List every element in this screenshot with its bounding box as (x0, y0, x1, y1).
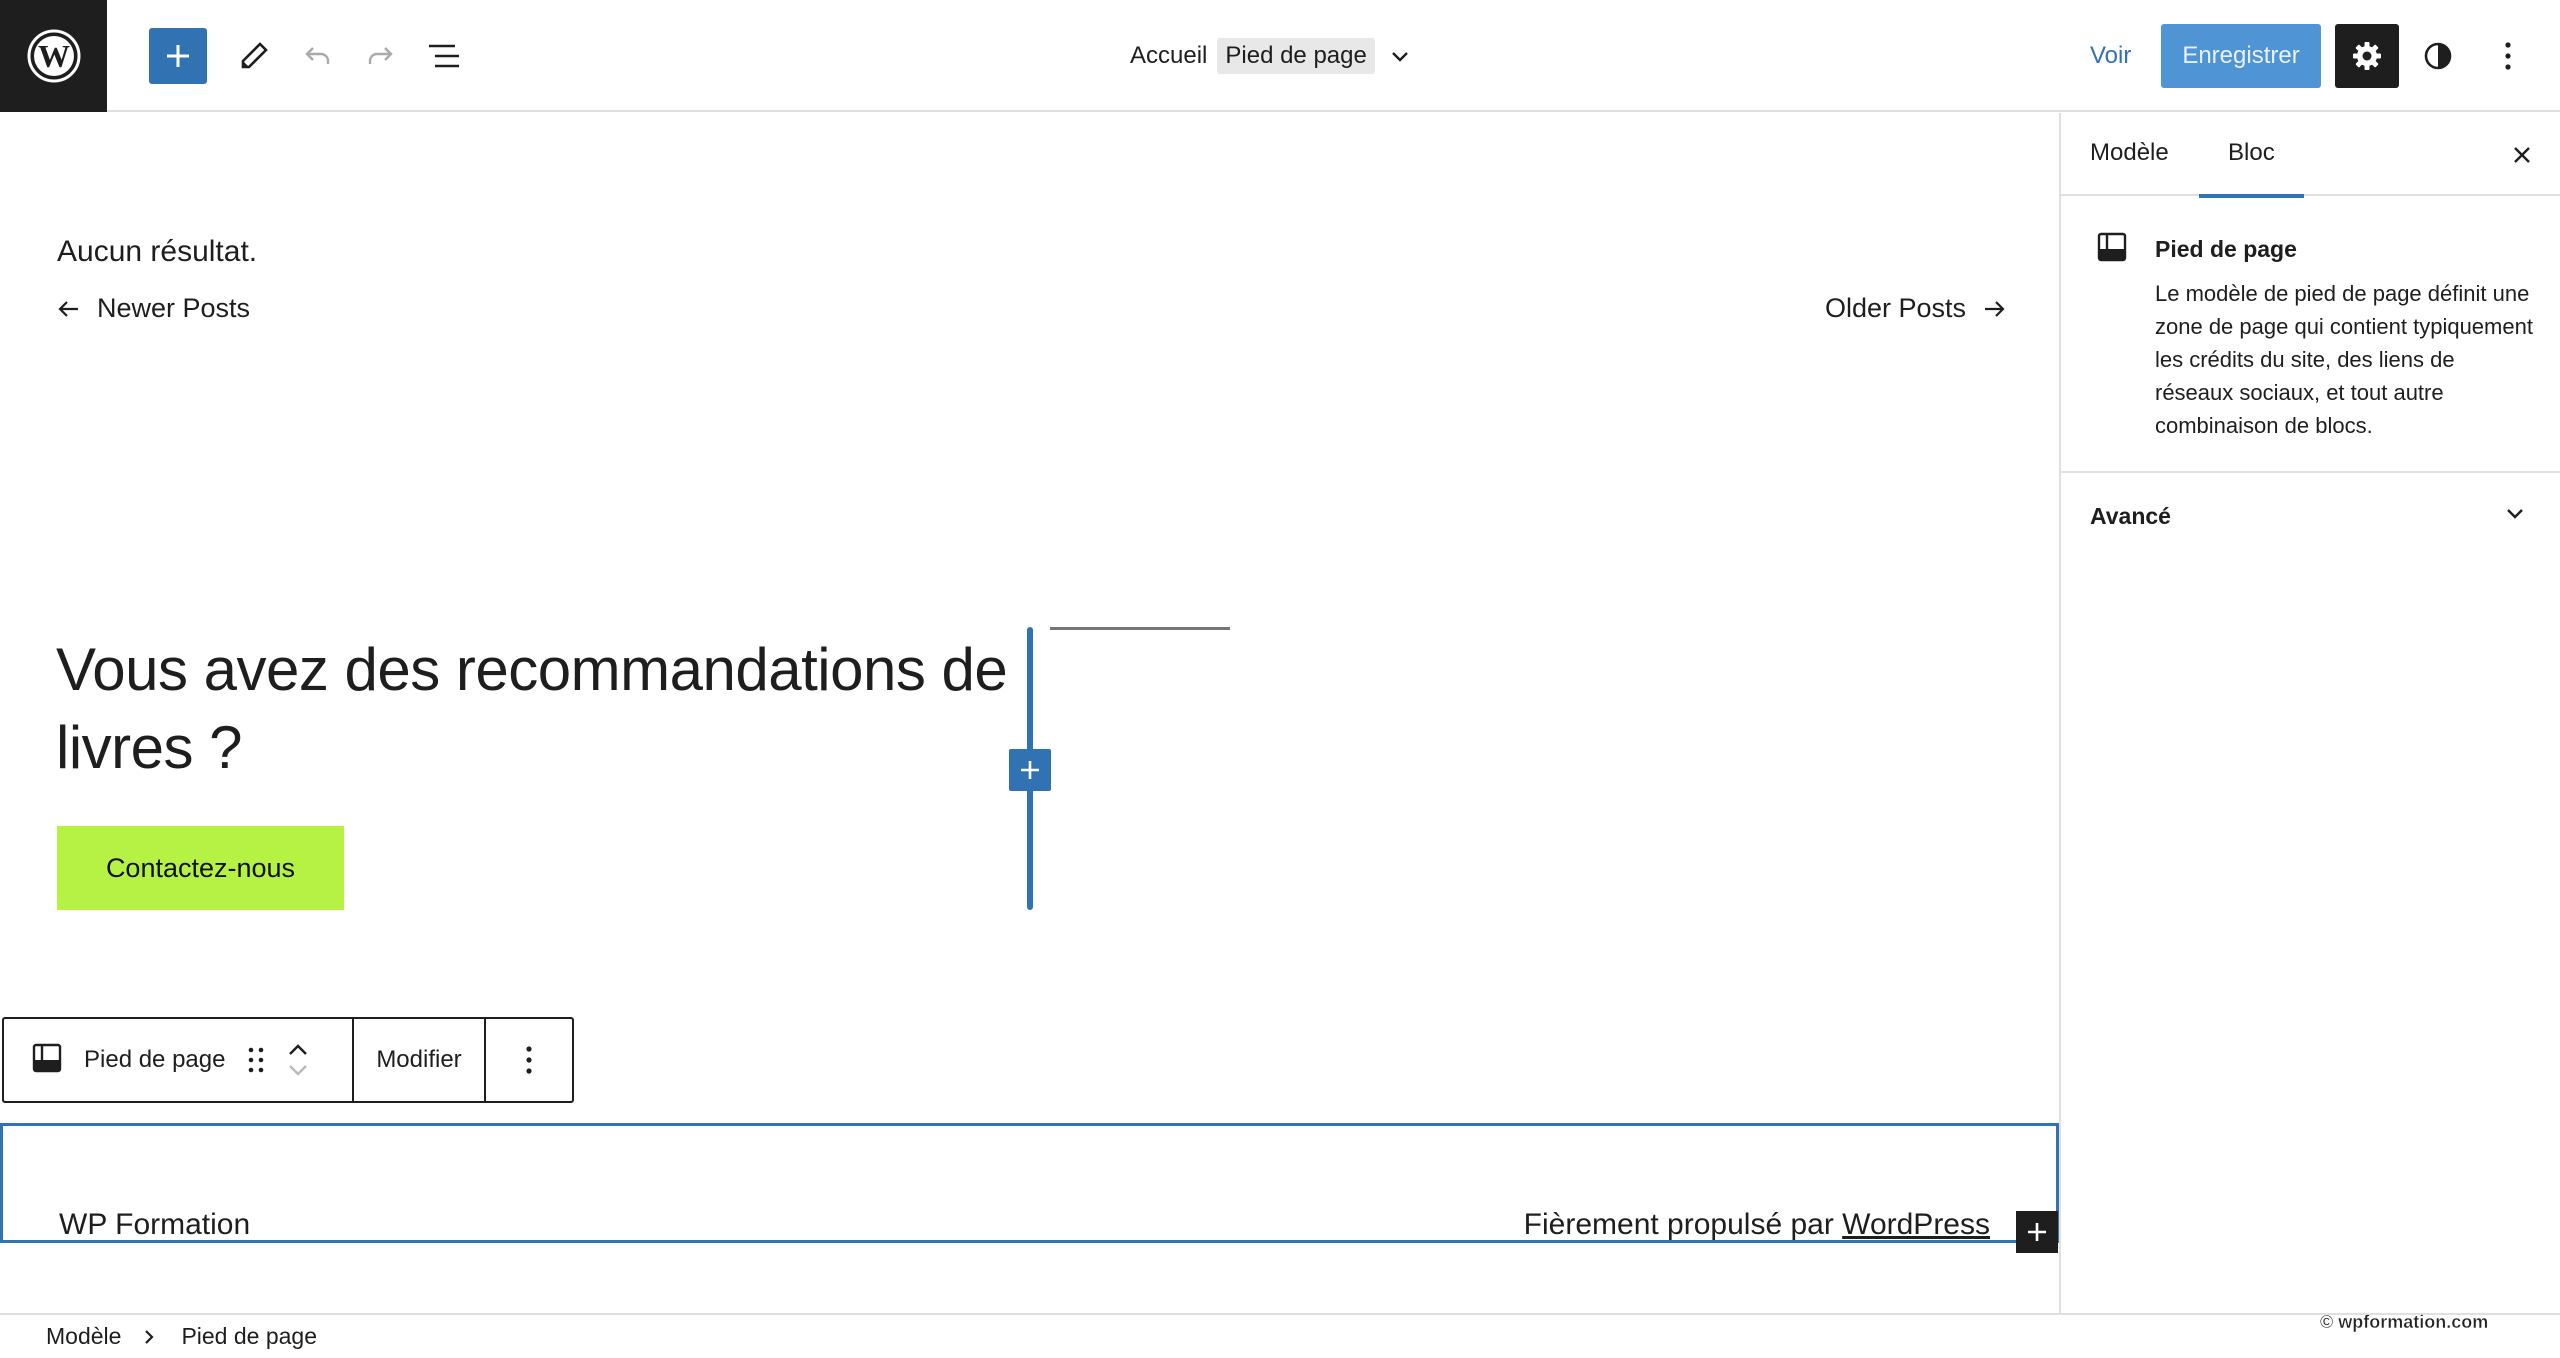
block-toolbar-title: Pied de page (84, 1046, 226, 1073)
editor-header: W Accueil Pied de page Voir Enregistrer (0, 0, 2560, 112)
powered-by-text: Fièrement propulsé par WordPress (1524, 1208, 1990, 1242)
redo-button[interactable] (352, 28, 408, 84)
site-title[interactable]: WP Formation (59, 1208, 250, 1242)
svg-text:W: W (38, 38, 70, 74)
breadcrumb-item-modele[interactable]: Modèle (46, 1323, 121, 1350)
list-view-button[interactable] (416, 28, 472, 84)
tools-button[interactable] (226, 28, 282, 84)
contrast-icon (2424, 42, 2452, 70)
settings-sidebar: Modèle Bloc Pied de page Le modèle de pi… (2059, 113, 2560, 1313)
pencil-icon (241, 42, 268, 69)
drag-handle-icon[interactable] (247, 1046, 265, 1074)
block-breadcrumb: Modèle Pied de page (0, 1313, 2560, 1358)
settings-button[interactable] (2335, 24, 2399, 88)
plus-icon (1021, 761, 1039, 779)
document-title[interactable]: Accueil Pied de page (1130, 34, 1411, 78)
powered-by-prefix: Fièrement propulsé par (1523, 1208, 1843, 1241)
older-posts-link[interactable]: Older Posts (1825, 293, 2006, 324)
separator-line (1050, 627, 1230, 630)
contact-button[interactable]: Contactez-nous (57, 826, 344, 910)
wordpress-logo-icon[interactable]: W (0, 0, 107, 112)
chevron-down-icon (2504, 503, 2526, 531)
plus-icon (167, 45, 189, 67)
options-button[interactable] (2480, 28, 2536, 84)
gear-icon (2353, 42, 2381, 70)
undo-button[interactable] (290, 28, 346, 84)
advanced-label: Avancé (2090, 502, 2171, 529)
chevron-right-icon (143, 1328, 155, 1346)
arrow-right-icon (1984, 300, 2006, 318)
tab-bloc[interactable]: Bloc (2199, 113, 2304, 198)
no-results-text: Aucun résultat. (57, 235, 258, 268)
chevron-down-icon[interactable] (1389, 45, 1411, 67)
block-card-description: Le modèle de pied de page définit une zo… (2155, 281, 2533, 438)
chevron-up-icon[interactable] (287, 1043, 309, 1057)
cta-heading[interactable]: Vous avez des recommandations de livres … (56, 631, 1016, 787)
inline-inserter-button[interactable] (1009, 749, 1051, 791)
footer-template-icon (2097, 232, 2127, 267)
undo-icon (305, 47, 330, 64)
chevron-down-icon[interactable] (287, 1063, 309, 1077)
plus-icon (2028, 1223, 2046, 1241)
footer-template-part[interactable]: WP Formation Fièrement propulsé par Word… (0, 1123, 2059, 1253)
footer-template-icon (32, 1043, 62, 1078)
newer-posts-label: Newer Posts (97, 293, 251, 323)
modify-button[interactable]: Modifier (354, 1019, 486, 1101)
advanced-panel-toggle[interactable]: Avancé (2061, 473, 2560, 559)
block-mover (287, 1043, 309, 1077)
tab-modele[interactable]: Modèle (2061, 113, 2198, 196)
view-link[interactable]: Voir (2090, 36, 2131, 76)
sidebar-tabs: Modèle Bloc (2061, 113, 2560, 198)
editor-canvas: Aucun résultat. Newer Posts Older Posts … (0, 113, 2059, 1313)
redo-icon (368, 47, 393, 64)
block-card: Pied de page Le modèle de pied de page d… (2061, 196, 2560, 473)
watermark: © wpformation.com (2320, 1312, 2489, 1332)
document-title-home: Accueil (1130, 42, 1208, 69)
block-switcher[interactable]: Pied de page (4, 1019, 354, 1101)
save-button[interactable]: Enregistrer (2161, 24, 2321, 88)
older-posts-label: Older Posts (1824, 293, 1966, 323)
close-icon[interactable] (2502, 135, 2542, 175)
document-title-template: Pied de page (1217, 38, 1375, 74)
more-vertical-icon (526, 1046, 532, 1074)
more-vertical-icon (2505, 42, 2511, 70)
wordpress-link[interactable]: WordPress (1842, 1208, 1990, 1241)
block-toolbar: Pied de page Modifier (2, 1017, 574, 1103)
block-card-title: Pied de page (2155, 236, 2297, 262)
breadcrumb-item-pied-de-page: Pied de page (181, 1323, 318, 1349)
block-options-button[interactable] (486, 1019, 572, 1101)
footer-inserter-button[interactable] (2016, 1211, 2058, 1253)
list-view-icon (429, 44, 459, 68)
styles-button[interactable] (2410, 28, 2466, 84)
block-inserter-button[interactable] (149, 28, 207, 84)
newer-posts-link[interactable]: Newer Posts (57, 293, 250, 324)
arrow-left-icon (57, 300, 79, 318)
